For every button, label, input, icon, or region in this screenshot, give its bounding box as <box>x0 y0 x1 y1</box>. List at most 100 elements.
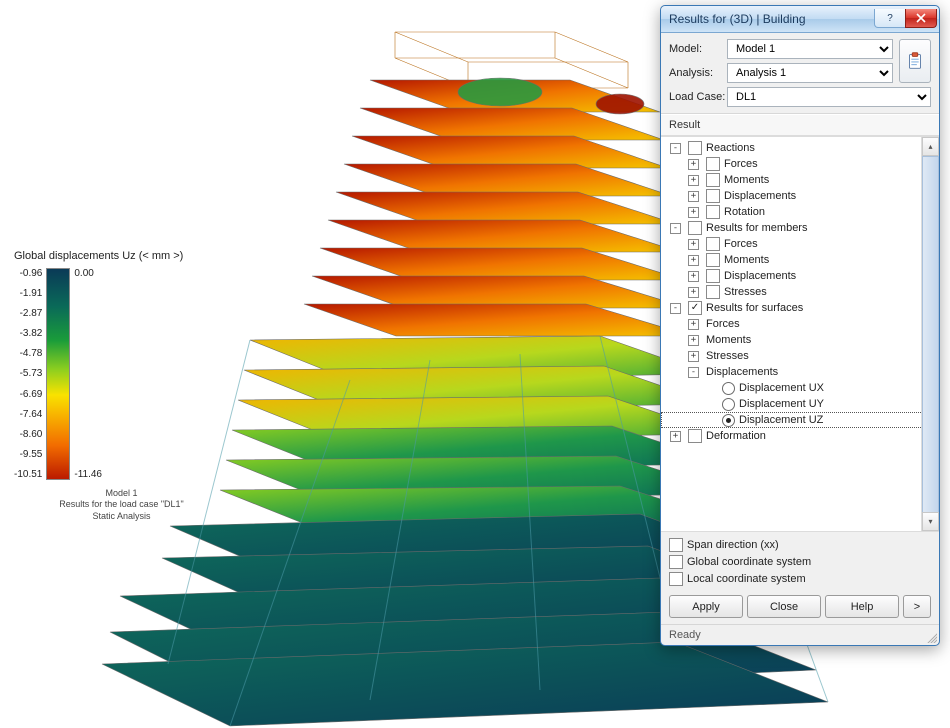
scroll-up-button[interactable]: ▴ <box>922 137 939 156</box>
tree-row[interactable]: +Moments <box>661 172 939 188</box>
tree-row[interactable]: Displacement UZ <box>661 412 939 428</box>
close-button[interactable]: Close <box>747 595 821 618</box>
tree-row[interactable]: + Forces <box>661 236 939 252</box>
analysis-label: Analysis: <box>669 67 727 79</box>
tree-row[interactable]: + Moments <box>661 252 939 268</box>
checkbox[interactable]: ✓ <box>688 301 702 315</box>
resize-grip[interactable] <box>925 631 937 643</box>
option-label: Local coordinate system <box>687 573 806 585</box>
tree-row[interactable]: -Displacements <box>661 364 939 380</box>
apply-button[interactable]: Apply <box>669 595 743 618</box>
tree-row[interactable]: + Stresses <box>661 284 939 300</box>
analysis-select[interactable]: Analysis 1 <box>727 63 893 83</box>
tree-row[interactable]: -✓Results for surfaces <box>661 300 939 316</box>
expand-icon[interactable]: + <box>688 175 699 186</box>
collapse-icon[interactable]: - <box>670 303 681 314</box>
dialog-titlebar[interactable]: Results for (3D) | Building ? <box>661 6 939 33</box>
loadcase-select[interactable]: DL1 <box>727 87 931 107</box>
tree-label: Displacements <box>724 188 796 204</box>
options-button[interactable] <box>899 39 931 83</box>
radio[interactable] <box>722 398 735 411</box>
checkbox[interactable] <box>706 285 720 299</box>
dialog-statusbar: Ready <box>661 624 939 645</box>
loadcase-label: Load Case: <box>669 91 727 103</box>
expand-icon[interactable]: + <box>688 287 699 298</box>
checkbox[interactable] <box>706 173 720 187</box>
tree-label: Displacements <box>724 268 796 284</box>
expand-icon[interactable]: + <box>688 239 699 250</box>
tree-label: Moments <box>706 332 751 348</box>
expand-icon[interactable]: + <box>688 207 699 218</box>
close-window-button[interactable] <box>905 9 937 28</box>
tree-row[interactable]: +Forces <box>661 156 939 172</box>
tree-label: Displacement UX <box>739 380 824 396</box>
more-button[interactable]: > <box>903 595 931 618</box>
tree-row[interactable]: +Rotation <box>661 204 939 220</box>
tree-row[interactable]: + Moments <box>661 332 939 348</box>
checkbox[interactable] <box>706 253 720 267</box>
expand-icon[interactable]: + <box>670 431 681 442</box>
result-tree[interactable]: -Reactions+Forces+Moments+Displacements+… <box>661 136 939 532</box>
tree-row[interactable]: + Stresses <box>661 348 939 364</box>
results-dialog[interactable]: Results for (3D) | Building ? Model: Mod… <box>660 5 940 646</box>
clipboard-icon <box>904 50 926 72</box>
checkbox[interactable] <box>706 189 720 203</box>
expand-icon[interactable]: + <box>688 351 699 362</box>
radio[interactable] <box>722 414 735 427</box>
option-label: Span direction (xx) <box>687 539 779 551</box>
help-button[interactable]: Help <box>825 595 899 618</box>
expand-icon[interactable]: + <box>688 335 699 346</box>
tree-row[interactable]: -Results for members <box>661 220 939 236</box>
expand-icon[interactable]: + <box>688 255 699 266</box>
model-select[interactable]: Model 1 <box>727 39 893 59</box>
tree-label: Deformation <box>706 428 766 444</box>
tree-row[interactable]: - Reactions <box>661 140 939 156</box>
tree-scrollbar[interactable]: ▴ ▾ <box>921 137 939 531</box>
tree-label: Displacements <box>706 364 778 380</box>
checkbox[interactable] <box>669 555 683 569</box>
tree-row[interactable]: + Displacements <box>661 268 939 284</box>
scroll-down-button[interactable]: ▾ <box>922 512 939 531</box>
checkbox[interactable] <box>706 205 720 219</box>
expand-icon[interactable]: + <box>688 271 699 282</box>
dialog-title: Results for (3D) | Building <box>669 12 875 26</box>
checkbox[interactable] <box>669 572 683 586</box>
form-area: Model: Model 1 Analysis: Analysis 1 Load… <box>661 33 939 114</box>
expand-icon[interactable]: + <box>688 319 699 330</box>
tree-row[interactable]: +Forces <box>661 316 939 332</box>
checkbox[interactable] <box>688 429 702 443</box>
checkbox[interactable] <box>688 221 702 235</box>
checkbox[interactable] <box>706 237 720 251</box>
legend-caption: Model 1 Results for the load case "DL1" … <box>14 488 229 522</box>
legend-title: Global displacements Uz (< mm >) <box>14 250 229 262</box>
tree-label: Stresses <box>706 348 749 364</box>
close-icon <box>916 13 926 23</box>
color-legend: Global displacements Uz (< mm >) -0.96 -… <box>14 250 229 522</box>
checkbox[interactable] <box>706 157 720 171</box>
option-row: Global coordinate system <box>669 553 931 570</box>
legend-colorbar <box>46 268 70 480</box>
checkbox[interactable] <box>706 269 720 283</box>
collapse-icon[interactable]: - <box>688 367 699 378</box>
tree-row[interactable]: Displacement UY <box>661 396 939 412</box>
collapse-icon[interactable]: - <box>670 143 681 154</box>
help-window-button[interactable]: ? <box>874 9 906 28</box>
collapse-icon[interactable]: - <box>670 223 681 234</box>
tree-label: Forces <box>724 236 758 252</box>
tree-label: Moments <box>724 252 769 268</box>
checkbox[interactable] <box>669 538 683 552</box>
expand-icon[interactable]: + <box>688 191 699 202</box>
expand-icon[interactable]: + <box>688 159 699 170</box>
checkbox[interactable] <box>688 141 702 155</box>
tree-label: Reactions <box>706 140 755 156</box>
model-label: Model: <box>669 43 727 55</box>
tree-label: Stresses <box>724 284 767 300</box>
radio[interactable] <box>722 382 735 395</box>
tree-row[interactable]: + Deformation <box>661 428 939 444</box>
tree-label: Displacement UY <box>739 396 824 412</box>
dialog-buttons: Apply Close Help > <box>661 591 939 624</box>
tree-row[interactable]: Displacement UX <box>661 380 939 396</box>
result-section-header: Result <box>661 114 939 136</box>
option-row: Span direction (xx) <box>669 536 931 553</box>
tree-row[interactable]: + Displacements <box>661 188 939 204</box>
